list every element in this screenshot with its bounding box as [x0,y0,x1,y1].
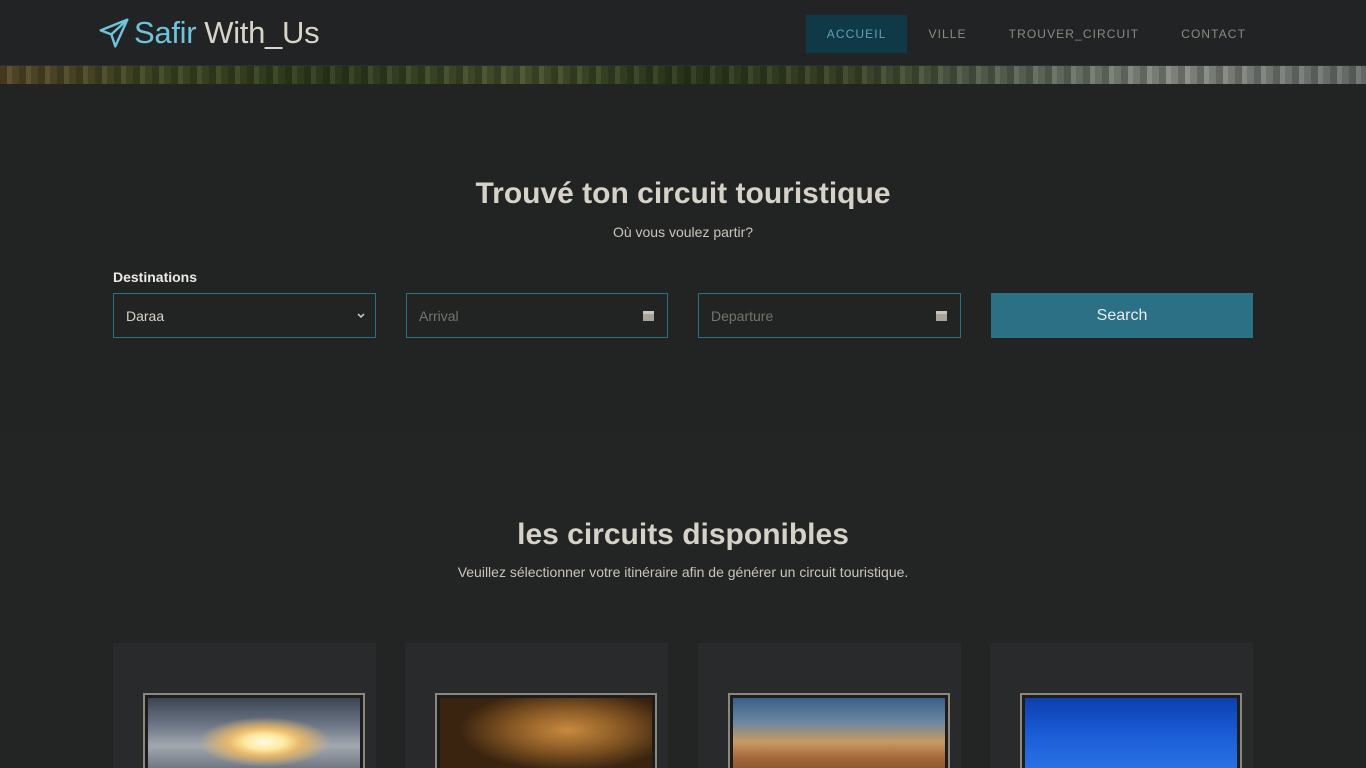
hero-image [0,66,1366,84]
main-nav: ACCUEIL VILLE TROUVER_CIRCUIT CONTACT [805,15,1267,53]
brand-name-part2: With_Us [204,15,320,50]
destinations-label: Destinations [113,269,198,285]
chevron-down-icon [357,313,365,319]
brand-name-part1: Safir [134,15,197,50]
calendar-icon[interactable] [936,310,947,321]
destination-select[interactable]: Daraa [113,293,376,338]
circuit-card[interactable] [405,643,668,768]
paper-plane-icon [99,18,129,48]
departure-date-input[interactable]: Departure [698,293,961,338]
circuit-card[interactable] [113,643,376,768]
search-section: Trouvé ton circuit touristique Où vous v… [0,84,1366,430]
nav-item-trouver-circuit[interactable]: TROUVER_CIRCUIT [988,15,1161,53]
circuit-image[interactable] [143,693,365,768]
nav-item-contact[interactable]: CONTACT [1160,15,1267,53]
brand-logo[interactable]: Safir With_Us [98,14,320,52]
calendar-icon[interactable] [643,310,654,321]
arrival-placeholder: Arrival [419,307,459,324]
arrival-date-input[interactable]: Arrival [406,293,668,338]
destination-value: Daraa [126,307,165,324]
search-title: Trouvé ton circuit touristique [475,177,891,210]
nav-item-accueil[interactable]: ACCUEIL [805,15,908,53]
departure-placeholder: Departure [711,307,774,324]
circuit-image[interactable] [1020,693,1242,768]
nav-item-ville[interactable]: VILLE [907,15,987,53]
circuit-image[interactable] [435,693,657,768]
navbar: Safir With_Us ACCUEIL VILLE TROUVER_CIRC… [0,0,1366,66]
search-subtitle: Où vous voulez partir? [612,224,754,240]
circuit-card[interactable] [698,643,961,768]
search-button[interactable]: Search [991,293,1253,338]
circuit-card[interactable] [990,643,1253,768]
circuit-image[interactable] [728,693,950,768]
circuits-subtitle: Veuillez sélectionner votre itinéraire a… [457,564,909,580]
circuits-title: les circuits disponibles [517,518,849,551]
